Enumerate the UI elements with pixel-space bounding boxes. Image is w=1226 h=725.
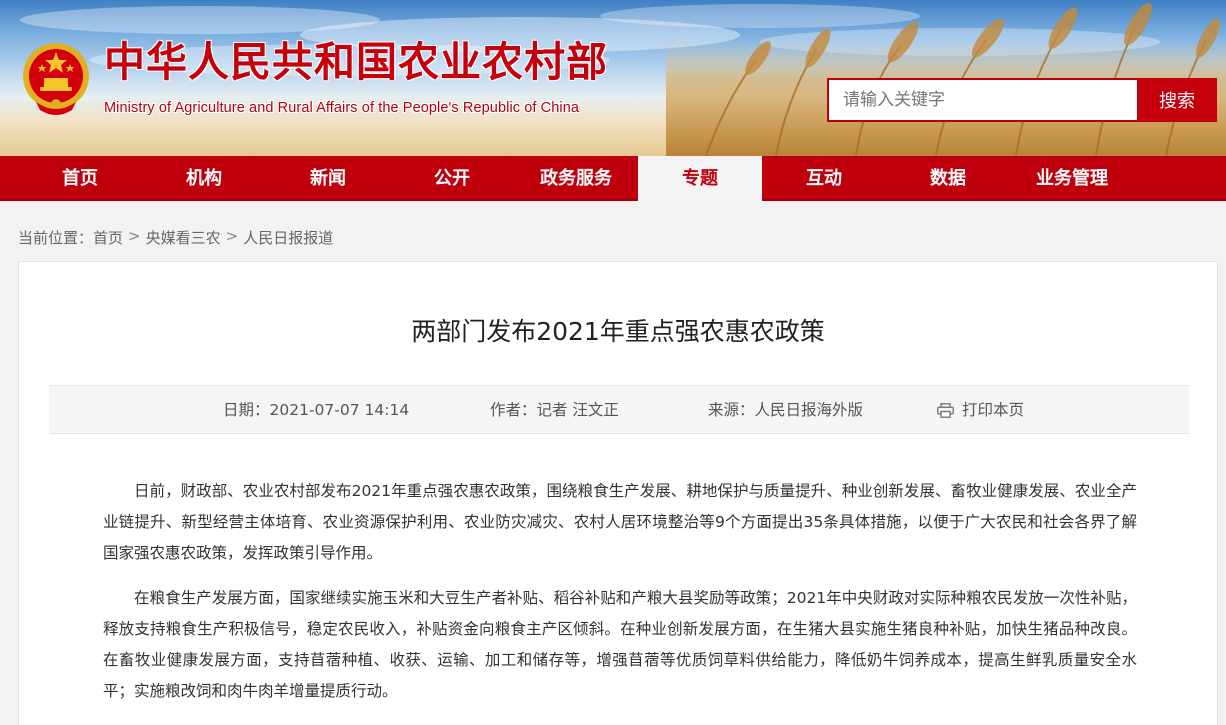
nav-item-institutions[interactable]: 机构: [142, 156, 266, 201]
nav-item-public[interactable]: 公开: [390, 156, 514, 201]
article-container: 两部门发布2021年重点强农惠农政策 日期：2021-07-07 14:14 作…: [18, 261, 1218, 725]
article-paragraph: 日前，财政部、农业农村部发布2021年重点强农惠农政策，围绕粮食生产发展、耕地保…: [103, 482, 1137, 562]
article-author: 作者：记者 汪文正: [490, 401, 619, 419]
nav-item-news[interactable]: 新闻: [266, 156, 390, 201]
breadcrumb-item-subcategory[interactable]: 人民日报报道: [243, 227, 333, 248]
article-date: 日期：2021-07-07 14:14: [223, 401, 410, 419]
article-title: 两部门发布2021年重点强农惠农政策: [411, 317, 825, 346]
nav-item-services[interactable]: 政务服务: [514, 156, 638, 201]
search-button[interactable]: 搜索: [1137, 78, 1217, 122]
article-body: 日前，财政部、农业农村部发布2021年重点强农惠农政策，围绕粮食生产发展、耕地保…: [103, 476, 1137, 721]
printer-icon: [937, 403, 954, 418]
national-emblem-icon: [23, 43, 89, 115]
breadcrumb-item-home[interactable]: 首页: [93, 227, 123, 248]
breadcrumb-separator: >: [225, 227, 239, 245]
header-banner: 中华人民共和国农业农村部 Ministry of Agriculture and…: [0, 0, 1226, 156]
site-subtitle: Ministry of Agriculture and Rural Affair…: [104, 100, 580, 116]
main-nav: 首页 机构 新闻 公开 政务服务 专题 互动 数据 业务管理: [0, 156, 1226, 201]
article-meta-bar: 日期：2021-07-07 14:14 作者：记者 汪文正 来源：人民日报海外版…: [49, 385, 1189, 434]
breadcrumb-item-category[interactable]: 央媒看三农: [146, 227, 221, 248]
nav-item-data[interactable]: 数据: [886, 156, 1010, 201]
breadcrumb: 当前位置： 首页 > 央媒看三农 > 人民日报报道: [18, 227, 333, 248]
article-paragraph: 在粮食生产发展方面，国家继续实施玉米和大豆生产者补贴、稻谷补贴和产粮大县奖励等政…: [103, 589, 1137, 700]
print-page-link[interactable]: 打印本页: [937, 386, 1024, 435]
breadcrumb-prefix: 当前位置：: [18, 229, 94, 247]
nav-item-home[interactable]: 首页: [18, 156, 142, 201]
print-page-label: 打印本页: [962, 401, 1025, 419]
nav-item-topics[interactable]: 专题: [638, 156, 762, 201]
nav-item-business[interactable]: 业务管理: [1010, 156, 1134, 201]
site-title: 中华人民共和国农业农村部: [104, 38, 608, 86]
search-input[interactable]: [827, 78, 1137, 122]
article-source: 来源：人民日报海外版: [708, 401, 864, 419]
breadcrumb-separator: >: [128, 227, 141, 245]
nav-item-interaction[interactable]: 互动: [762, 156, 886, 201]
